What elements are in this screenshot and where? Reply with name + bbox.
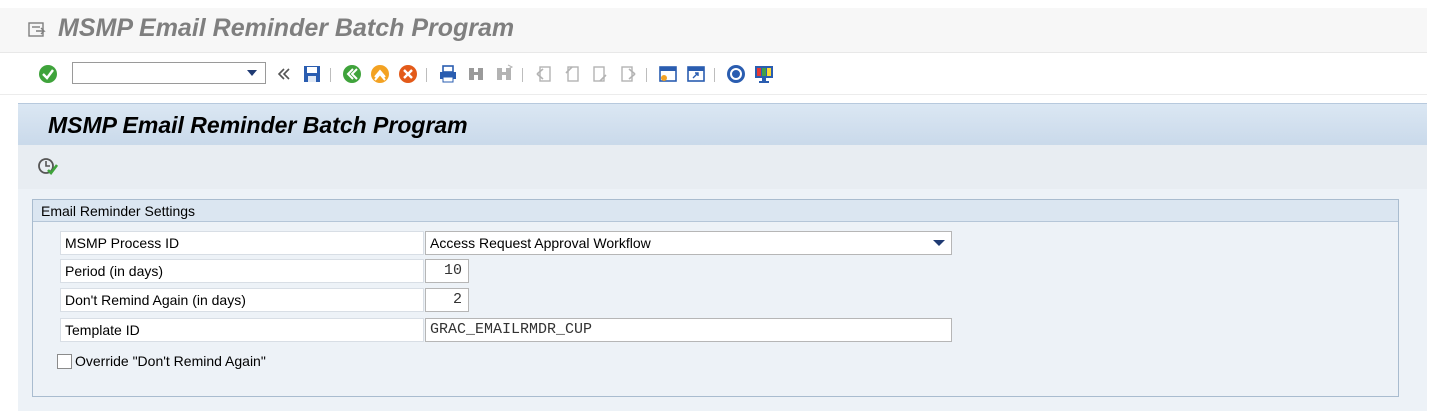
group-title: Email Reminder Settings <box>41 203 196 219</box>
toolbar-separator <box>522 68 523 82</box>
system-toolbar <box>0 54 1427 95</box>
application-toolbar <box>18 145 1427 190</box>
dropdown-arrow-icon[interactable] <box>933 240 945 246</box>
override-checkbox-label[interactable]: Override "Don't Remind Again" <box>75 353 266 369</box>
command-dropdown-icon[interactable] <box>243 64 261 82</box>
find-next-icon[interactable] <box>492 62 516 86</box>
dont-remind-input[interactable]: 2 <box>425 288 469 312</box>
save-icon[interactable] <box>300 62 324 86</box>
process-id-dropdown[interactable]: Access Request Approval Workflow <box>425 231 952 255</box>
period-input[interactable]: 10 <box>425 259 469 283</box>
toolbar-separator <box>426 68 427 82</box>
top-strip <box>0 0 1440 8</box>
command-field[interactable] <box>72 62 266 84</box>
page-title: MSMP Email Reminder Batch Program <box>48 112 468 138</box>
previous-page-icon[interactable] <box>560 62 584 86</box>
exit-icon[interactable] <box>368 62 392 86</box>
template-id-input[interactable]: GRAC_EMAILRMDR_CUP <box>425 318 952 342</box>
back-icon[interactable] <box>340 62 364 86</box>
first-page-icon[interactable] <box>532 62 556 86</box>
content-area: Email Reminder Settings MSMP Process ID … <box>18 189 1427 411</box>
collapse-icon[interactable] <box>272 62 296 86</box>
find-icon[interactable] <box>464 62 488 86</box>
process-id-value: Access Request Approval Workflow <box>430 235 651 251</box>
execute-icon[interactable] <box>36 155 59 177</box>
customize-layout-icon[interactable] <box>752 62 776 86</box>
group-header: Email Reminder Settings <box>33 200 1398 222</box>
dont-remind-label: Don't Remind Again (in days) <box>60 288 424 312</box>
period-label: Period (in days) <box>60 259 424 283</box>
title-bar: MSMP Email Reminder Batch Program <box>0 8 1427 53</box>
template-id-label: Template ID <box>60 318 424 342</box>
last-page-icon[interactable] <box>616 62 640 86</box>
app-title: MSMP Email Reminder Batch Program <box>58 14 515 42</box>
next-page-icon[interactable] <box>588 62 612 86</box>
toolbar-separator <box>714 68 715 82</box>
page-header: MSMP Email Reminder Batch Program <box>18 103 1427 146</box>
shortcut-icon[interactable] <box>684 62 708 86</box>
menu-icon[interactable] <box>28 22 46 38</box>
help-icon[interactable] <box>724 62 748 86</box>
cancel-icon[interactable] <box>396 62 420 86</box>
override-checkbox[interactable] <box>57 354 72 369</box>
spacer <box>0 95 1427 103</box>
enter-icon[interactable] <box>36 62 60 86</box>
create-session-icon[interactable] <box>656 62 680 86</box>
toolbar-separator <box>330 68 331 82</box>
toolbar-separator <box>646 68 647 82</box>
print-icon[interactable] <box>436 62 460 86</box>
process-id-label: MSMP Process ID <box>60 231 424 255</box>
email-reminder-settings-group: Email Reminder Settings MSMP Process ID … <box>32 199 1399 397</box>
